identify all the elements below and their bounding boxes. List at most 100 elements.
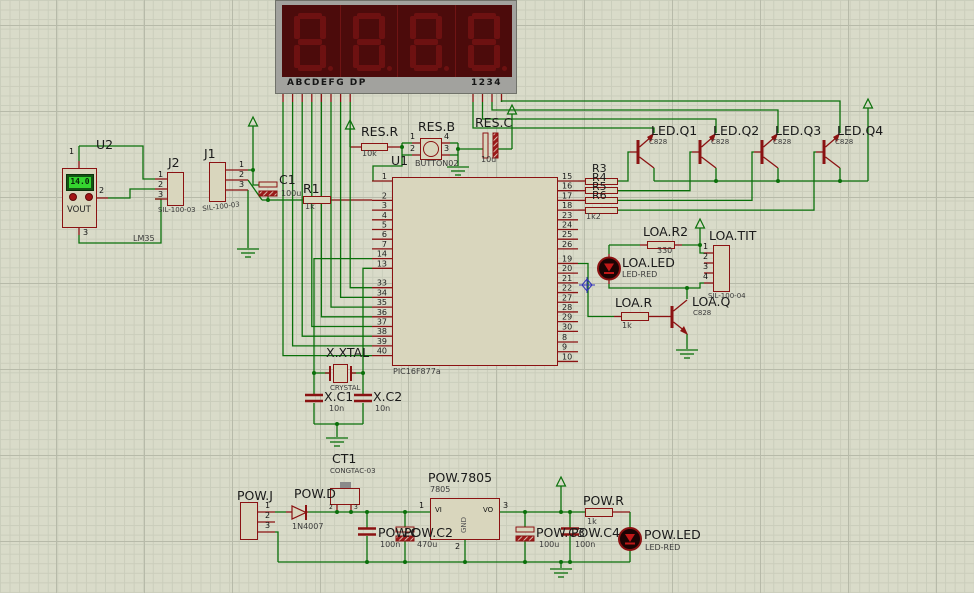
u1-pin-text: 10 [562,352,572,361]
pow-7805-pin1-number: 1 [419,501,425,510]
j2-value: SIL-100-03 [158,206,196,214]
loa-tit-pin4-number: 4 [703,272,709,281]
pow-7805-value: 7805 [430,485,451,494]
u1-pin-text: 22 [562,284,572,293]
loa-led-value: LED-RED [622,270,658,279]
u1-pic16f877-body[interactable] [392,177,558,366]
wire [618,151,692,192]
u1-pin-text: 14 [377,250,387,259]
j1-pin3-number: 3 [239,180,245,189]
digit-segment [471,13,496,19]
display-digit-labels: 1234 [471,78,503,88]
capacitor-plate-polarized [258,190,278,197]
j1-connector-body[interactable] [209,162,226,202]
pow-7805-pin2-number: 2 [455,542,461,551]
display-digit [397,5,455,77]
digit-decimal-point [328,66,333,71]
u1-pin-text: 20 [562,264,572,273]
loa-r-resistor-body[interactable] [621,312,649,321]
j2-pin2-number: 2 [158,180,164,189]
transistor-base-bar [822,140,826,164]
u2-decrease-button[interactable] [69,193,77,201]
wire [608,282,704,289]
res-c-value: 10u [481,155,497,164]
j2-pin3-number: 3 [158,190,164,199]
pow-j-connector-body[interactable] [240,502,258,540]
transistor-base-bar [670,306,674,328]
digit-segment [467,45,474,68]
display-screen [282,5,512,77]
junction-dot [365,560,369,564]
display-digit [339,5,398,77]
u1-pin-text: 18 [562,201,572,210]
junction-dot [335,422,339,426]
u1-pin-text: 23 [562,211,572,220]
x-xtal-ref: X.XTAL [326,345,370,360]
origin-cursor-icon [579,277,595,293]
pow-d-ref: POW.D [294,486,336,501]
u2-increase-button[interactable] [85,193,93,201]
loa-tit-pin1-number: 1 [703,242,709,251]
junction-dot [838,179,842,183]
u1-pin-text: 28 [562,303,572,312]
power-arrow-icon [555,475,567,487]
pow-r-resistor-body[interactable] [585,508,613,517]
pow-j-pin2-number: 2 [265,511,271,520]
res-b-pin2-number: 2 [410,144,416,153]
pow-7805-pin3-number: 3 [503,501,509,510]
power-arrow-icon [694,217,706,229]
loa-tit-pin2-number: 2 [703,252,709,261]
j2-connector-body[interactable] [167,172,184,206]
u1-pin-text: 26 [562,240,572,249]
j1-pin2-number: 2 [239,170,245,179]
res-r-ref: RES.R [361,124,399,139]
junction-dot [523,560,527,564]
digit-segment [378,16,385,39]
digit-segment [294,16,300,39]
pow-c2-value: 470u [417,540,438,549]
digit-segment [410,16,416,39]
u1-pin-text: 7 [382,240,387,249]
transistor-collector [673,299,688,312]
junction-dot [463,560,467,564]
u1-pin-text: 3 [382,201,387,210]
transistor-base-bar [636,140,640,164]
digit-segment [298,13,322,19]
junction-dot [349,510,353,514]
r1-value: 1k [305,202,315,211]
led-q2-ref: LED.Q2 [713,123,760,138]
diode-triangle[interactable] [291,505,308,520]
wire [282,102,372,357]
junction-dot [456,147,460,151]
wire [618,151,630,182]
junction-dot [559,560,563,564]
seven-segment-display[interactable]: ABCDEFG DP 1234 [275,0,517,94]
loa-tit-connector-body[interactable] [713,245,730,292]
ct1-switch-tab[interactable] [340,482,351,488]
schematic-canvas: 1RE3/MCLR/VPP2RA0/AN0/ULPWU/C12IN0-3RA1/… [0,0,974,593]
power-arrow-icon [862,97,874,109]
transistor-collector [763,156,779,169]
u1-pin-text: 33 [377,279,387,288]
u1-pin-text: 8 [562,333,567,342]
u2-reading: 14.0 [69,177,91,188]
u1-pin-text: 5 [382,221,387,230]
power-arrow-icon [247,115,259,127]
u1-pin-text: 38 [377,327,387,336]
u1-pin-text: 37 [377,318,387,327]
j2-pin1-number: 1 [158,170,164,179]
x-c1-ref: X.C1 [324,389,354,404]
transistor-base-bar [760,140,764,164]
res-b-button-cap[interactable] [423,141,439,157]
junction-dot [361,371,365,375]
digit-segment [356,13,381,19]
u1-pin-text: 39 [377,337,387,346]
u1-pin-text: 2 [382,191,387,200]
j1-pin1-number: 1 [239,160,245,169]
loa-q-value: C828 [693,309,712,317]
x-xtal-value: CRYSTAL [330,384,361,392]
xtal-crystal-body[interactable] [333,364,348,383]
r1-ref: R1 [303,181,320,196]
junction-dot [559,510,563,514]
pow-7805-vo-label: VO [483,506,494,514]
